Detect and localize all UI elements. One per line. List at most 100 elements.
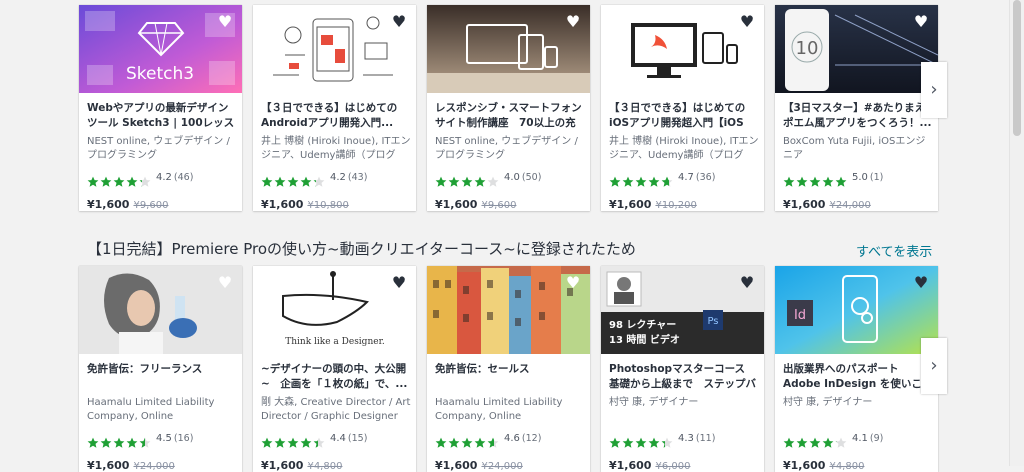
rating-stars: [435, 168, 500, 187]
rating-score: 4.0: [504, 172, 520, 183]
star-icon: [139, 434, 151, 448]
review-count: (12): [521, 433, 542, 444]
course-card[interactable]: Sketch3 ♥ Webやアプリの最新デザインツール Sketch3 | 10…: [79, 5, 242, 211]
course-rating: 4.2 (46): [87, 167, 193, 187]
course-title[interactable]: 【３日でできる】はじめてのiOSアプリ開発超入門【iOS 10 ・...: [609, 101, 759, 131]
heart-icon[interactable]: ♥: [390, 13, 408, 31]
review-count: (50): [521, 172, 542, 183]
course-title[interactable]: Webやアプリの最新デザインツール Sketch3 | 100レッスンの...: [87, 101, 237, 131]
original-price: ¥4,800: [307, 461, 343, 472]
heart-icon[interactable]: ♥: [738, 274, 756, 292]
star-icon: [609, 173, 621, 187]
rating-stars: [261, 168, 326, 187]
see-all-link[interactable]: すべてを表示: [856, 241, 932, 260]
review-count: (16): [173, 433, 194, 444]
section-heading: 【1日完結】Premiere Proの使い方~動画クリエイターコース~に登録され…: [87, 240, 636, 258]
course-card[interactable]: Ps 98 レクチャー 13 時間 ビデオ ♥ Photoshopマスターコース…: [601, 266, 764, 472]
heart-icon[interactable]: ♥: [912, 274, 930, 292]
heart-icon[interactable]: ♥: [912, 13, 930, 31]
star-icon: [113, 434, 125, 448]
course-price: ¥1,600 ¥4,800: [261, 454, 342, 472]
course-card[interactable]: 10 ♥ 【3日マスター】#あたりまえポエム風アプリをつくろう！... BoxC…: [775, 5, 938, 211]
course-rating: 4.1 (9): [783, 428, 883, 448]
rating-score: 4.4: [330, 433, 346, 444]
rating-stars: [87, 168, 152, 187]
original-price: ¥24,000: [133, 461, 175, 472]
page-scrollbar[interactable]: [1009, 0, 1024, 466]
star-icon: [313, 434, 325, 448]
rating-score: 4.2: [156, 172, 172, 183]
course-card[interactable]: ♥ 【３日でできる】はじめてのAndroidアプリ開発入門... 井上 博樹 (…: [253, 5, 416, 211]
star-icon: [261, 173, 273, 187]
star-icon: [126, 434, 138, 448]
star-icon: [783, 434, 795, 448]
review-count: (11): [695, 433, 716, 444]
heart-icon[interactable]: ♥: [390, 274, 408, 292]
heart-icon[interactable]: ♥: [564, 274, 582, 292]
star-icon: [474, 434, 486, 448]
heart-icon[interactable]: ♥: [564, 13, 582, 31]
course-price: ¥1,600 ¥24,000: [87, 454, 175, 472]
star-icon: [313, 173, 325, 187]
star-icon: [448, 173, 460, 187]
course-card[interactable]: Id ♥ 出版業界へのパスポート Adobe InDesign を使いこなそ..…: [775, 266, 938, 472]
course-title[interactable]: 免許皆伝：セールス: [435, 362, 585, 392]
star-icon: [622, 173, 634, 187]
course-title[interactable]: 【３日でできる】はじめてのAndroidアプリ開発入門...: [261, 101, 411, 131]
course-instructor: 井上 博樹 (Hiroki Inoue), ITエンジニア、Udemy講師（プロ…: [261, 136, 411, 161]
star-icon: [648, 434, 660, 448]
star-icon: [435, 173, 447, 187]
original-price: ¥4,800: [829, 461, 865, 472]
star-icon: [300, 173, 312, 187]
rating-score: 4.3: [678, 433, 694, 444]
current-price: ¥1,600: [87, 198, 130, 211]
current-price: ¥1,600: [609, 198, 652, 211]
course-card[interactable]: ♥ レスポンシブ・スマートフォンサイト制作講座 70以上の充実... NEST …: [427, 5, 590, 211]
rating-stars: [609, 429, 674, 448]
star-icon: [661, 173, 673, 187]
thumbnail-text: 10: [796, 38, 819, 59]
original-price: ¥6,000: [655, 461, 691, 472]
rating-score: 4.1: [852, 433, 868, 444]
course-card[interactable]: ♥ 【３日でできる】はじめてのiOSアプリ開発超入門【iOS 10 ・... 井…: [601, 5, 764, 211]
original-price: ¥10,800: [307, 200, 349, 211]
course-title[interactable]: Photoshopマスターコース 基礎から上級まで ステップバイ...: [609, 362, 759, 392]
current-price: ¥1,600: [783, 198, 826, 211]
star-icon: [796, 434, 808, 448]
course-title[interactable]: 【3日マスター】#あたりまえポエム風アプリをつくろう！...: [783, 101, 933, 131]
star-icon: [822, 434, 834, 448]
course-card[interactable]: ♥ 免許皆伝：フリーランス Haamalu Limited Liability …: [79, 266, 242, 472]
heart-icon[interactable]: ♥: [216, 13, 234, 31]
course-rating: 4.3 (11): [609, 428, 716, 448]
course-title[interactable]: 出版業界へのパスポート Adobe InDesign を使いこなそ...: [783, 362, 933, 392]
star-icon: [783, 173, 795, 187]
rating-score: 4.7: [678, 172, 694, 183]
heart-icon[interactable]: ♥: [216, 274, 234, 292]
star-icon: [87, 434, 99, 448]
chevron-right-icon[interactable]: ›: [921, 338, 947, 394]
course-title[interactable]: 免許皆伝：フリーランス: [87, 362, 237, 392]
star-icon: [261, 434, 273, 448]
course-price: ¥1,600 ¥10,800: [261, 193, 349, 211]
course-rating: 4.5 (16): [87, 428, 194, 448]
rating-score: 4.6: [504, 433, 520, 444]
star-icon: [622, 434, 634, 448]
scrollbar-thumb[interactable]: [1013, 0, 1021, 136]
course-title[interactable]: レスポンシブ・スマートフォンサイト制作講座 70以上の充実...: [435, 101, 585, 131]
course-card[interactable]: Think like a Designer. ♥ ~デザイナーの頭の中、大公開~…: [253, 266, 416, 472]
star-icon: [87, 173, 99, 187]
thumbnail-text-line1: 98 レクチャー: [609, 319, 676, 331]
review-count: (15): [347, 433, 368, 444]
thumbnail-text: Sketch3: [126, 64, 194, 84]
star-icon: [300, 434, 312, 448]
course-title[interactable]: ~デザイナーの頭の中、大公開~ 企画を「１枚の紙」で、...: [261, 362, 411, 392]
chevron-right-icon[interactable]: ›: [921, 62, 947, 118]
course-price: ¥1,600 ¥10,200: [609, 193, 697, 211]
current-price: ¥1,600: [261, 198, 304, 211]
star-icon: [822, 173, 834, 187]
heart-icon[interactable]: ♥: [738, 13, 756, 31]
star-icon: [487, 434, 499, 448]
course-card[interactable]: ♥ 免許皆伝：セールス Haamalu Limited Liability Co…: [427, 266, 590, 472]
course-price: ¥1,600 ¥24,000: [783, 193, 871, 211]
star-icon: [274, 173, 286, 187]
